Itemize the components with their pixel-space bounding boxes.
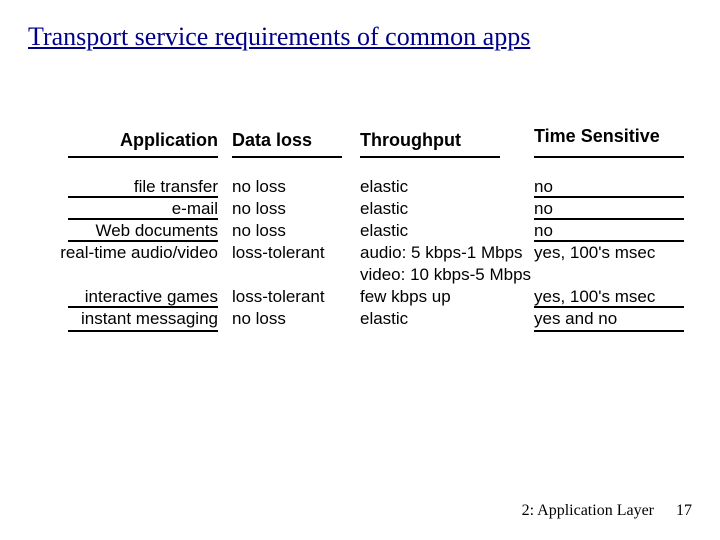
rule <box>534 156 684 158</box>
footer-page-number: 17 <box>676 502 692 519</box>
rule <box>68 218 218 220</box>
rule <box>534 218 684 220</box>
cell: real-time audio/video <box>0 242 218 264</box>
cell: audio: 5 kbps-1 Mbps <box>360 242 531 264</box>
cell: loss-tolerant <box>232 286 325 308</box>
cell: few kbps up <box>360 286 531 308</box>
cell: elastic <box>360 198 531 220</box>
cell: file transfer <box>0 176 218 198</box>
rule <box>534 306 684 308</box>
rule <box>68 240 218 242</box>
rule <box>534 196 684 198</box>
cell: no <box>534 220 655 242</box>
header-time-sensitive: Time Sensitive <box>534 126 660 147</box>
footer-chapter: 2: Application Layer <box>522 502 654 519</box>
cell: elastic <box>360 176 531 198</box>
cell <box>0 264 218 286</box>
cell: no loss <box>232 308 325 330</box>
rule <box>232 156 342 158</box>
cell <box>534 264 655 286</box>
cell: no loss <box>232 176 325 198</box>
cell: video: 10 kbps-5 Mbps <box>360 264 531 286</box>
cell <box>232 264 325 286</box>
cell: elastic <box>360 220 531 242</box>
rule <box>68 196 218 198</box>
cell: interactive games <box>0 286 218 308</box>
cell: loss-tolerant <box>232 242 325 264</box>
header-throughput: Throughput <box>360 130 461 151</box>
cell: no loss <box>232 220 325 242</box>
cell: no <box>534 176 655 198</box>
rule <box>68 156 218 158</box>
slide: Transport service requirements of common… <box>0 0 720 540</box>
cell: yes, 100's msec <box>534 242 655 264</box>
header-application: Application <box>0 130 218 151</box>
slide-footer: 2: Application Layer 17 <box>522 502 692 520</box>
column-data-loss: no loss no loss no loss loss-tolerant lo… <box>232 176 325 330</box>
rule <box>534 330 684 332</box>
cell: yes, 100's msec <box>534 286 655 308</box>
cell: elastic <box>360 308 531 330</box>
cell: instant messaging <box>0 308 218 330</box>
rule <box>68 306 218 308</box>
rule <box>68 330 218 332</box>
cell: no <box>534 198 655 220</box>
cell: e-mail <box>0 198 218 220</box>
header-data-loss: Data loss <box>232 130 312 151</box>
cell: Web documents <box>0 220 218 242</box>
cell: yes and no <box>534 308 655 330</box>
rule <box>360 156 500 158</box>
slide-title: Transport service requirements of common… <box>28 22 530 52</box>
column-throughput: elastic elastic elastic audio: 5 kbps-1 … <box>360 176 531 330</box>
rule <box>534 240 684 242</box>
cell: no loss <box>232 198 325 220</box>
